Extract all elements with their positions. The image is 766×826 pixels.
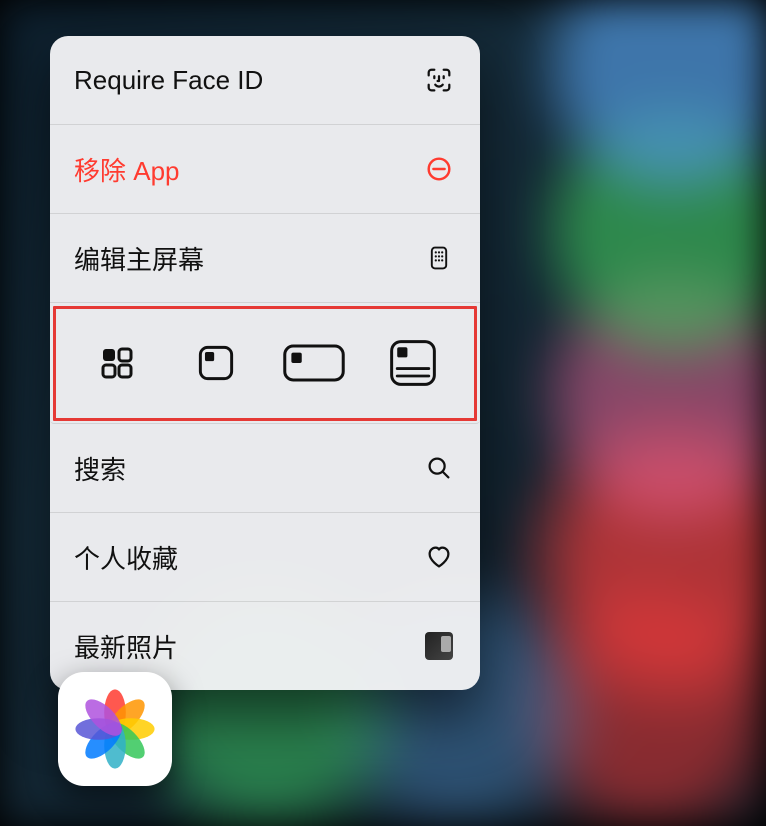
menu-item-remove-app[interactable]: 移除 App [50, 125, 480, 214]
context-menu: Require Face ID 移除 App 编辑主屏幕 [50, 36, 480, 690]
search-icon [422, 451, 456, 485]
menu-item-favorites[interactable]: 个人收藏 [50, 513, 480, 602]
widget-size-row [50, 303, 480, 424]
menu-item-label: 移除 App [74, 151, 180, 188]
menu-item-label: 搜索 [74, 450, 126, 487]
heart-icon [422, 540, 456, 574]
face-id-icon [422, 63, 456, 97]
menu-item-label: 个人收藏 [74, 539, 178, 576]
menu-item-edit-home-screen[interactable]: 编辑主屏幕 [50, 214, 480, 303]
menu-item-search[interactable]: 搜索 [50, 424, 480, 513]
menu-item-require-face-id[interactable]: Require Face ID [50, 36, 480, 125]
widget-size-medium-icon[interactable] [265, 303, 364, 423]
photo-thumbnail-icon [422, 629, 456, 663]
widget-size-icon-grid[interactable] [68, 303, 167, 423]
apps-grid-icon [422, 241, 456, 275]
widget-size-small-icon[interactable] [167, 303, 266, 423]
remove-icon [422, 152, 456, 186]
widget-size-large-icon[interactable] [364, 303, 463, 423]
menu-item-label: Require Face ID [74, 65, 263, 96]
menu-item-label: 编辑主屏幕 [74, 240, 204, 277]
menu-item-label: 最新照片 [74, 628, 178, 665]
photos-app-icon[interactable] [58, 672, 172, 786]
